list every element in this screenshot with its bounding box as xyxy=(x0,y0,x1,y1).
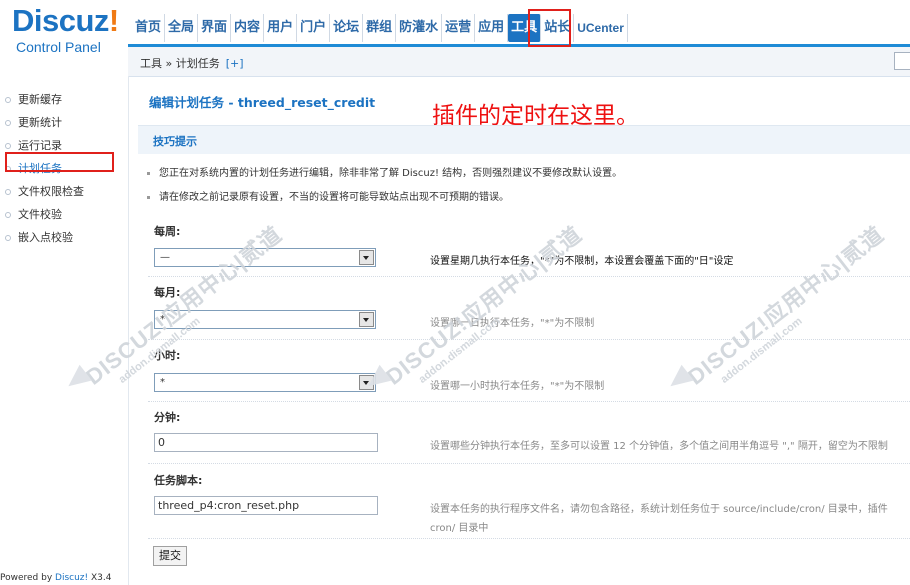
divider xyxy=(148,339,910,340)
sidebar-item-label: 文件校验 xyxy=(18,208,62,221)
hour-select[interactable]: * xyxy=(154,373,376,392)
logo-brand: Discuz! xyxy=(12,3,119,38)
nav-item[interactable]: 界面 xyxy=(198,14,232,42)
nav-item[interactable]: 应用 xyxy=(475,14,509,42)
script-description: 设置本任务的执行程序文件名，请勿包含路径，系统计划任务位于 source/inc… xyxy=(430,504,888,515)
bullet-icon xyxy=(5,143,11,149)
add-shortcut-link[interactable]: [+] xyxy=(226,57,244,70)
minute-input[interactable] xyxy=(154,433,378,452)
divider xyxy=(148,538,910,539)
sidebar-item[interactable]: 更新统计 xyxy=(0,111,84,134)
nav-item[interactable]: 用户 xyxy=(264,14,298,42)
nav-item[interactable]: 内容 xyxy=(231,14,265,42)
divider xyxy=(148,401,910,402)
minute-label: 分钟: xyxy=(154,411,181,424)
nav-item[interactable]: 群组 xyxy=(363,14,397,42)
divider xyxy=(148,463,910,464)
nav-item[interactable]: 防灌水 xyxy=(396,14,443,42)
minute-description: 设置哪些分钟执行本任务，至多可以设置 12 个分钟值，多个值之间用半角逗号 ",… xyxy=(430,441,888,452)
script-input[interactable] xyxy=(154,496,378,515)
logo-subtitle: Control Panel xyxy=(16,39,101,55)
sidebar-item-label: 更新缓存 xyxy=(18,93,62,106)
script-description-continued: cron/ 目录中 xyxy=(430,523,489,534)
weekly-label: 每周: xyxy=(154,225,181,238)
sidebar-item[interactable]: 文件权限检查 xyxy=(0,180,84,203)
script-label: 任务脚本: xyxy=(154,474,203,487)
breadcrumb-text: 工具 » 计划任务 xyxy=(140,57,220,70)
dropdown-arrow-icon[interactable] xyxy=(359,250,374,265)
sidebar-item-label: 嵌入点校验 xyxy=(18,231,73,244)
sidebar-item[interactable]: 嵌入点校验 xyxy=(0,226,84,249)
bullet-icon xyxy=(5,235,11,241)
sidebar-item[interactable]: 更新缓存 xyxy=(0,88,84,111)
nav-item[interactable]: 门户 xyxy=(297,14,331,42)
bullet-icon xyxy=(5,120,11,126)
dropdown-arrow-icon[interactable] xyxy=(359,312,374,327)
hour-description: 设置哪一小时执行本任务，"*"为不限制 xyxy=(430,381,605,392)
bullet-icon xyxy=(5,97,11,103)
nav-item[interactable]: UCenter xyxy=(574,14,628,42)
powered-by: Powered by Discuz! X3.4 xyxy=(0,573,112,583)
tip-line: 您正在对系统内置的计划任务进行编辑，除非非常了解 Discuz! 结构，否则强烈… xyxy=(147,164,622,179)
submit-button[interactable]: 提交 xyxy=(153,546,187,566)
search-input[interactable] xyxy=(894,52,910,70)
bullet-icon xyxy=(5,212,11,218)
tip-line: 请在修改之前记录原有设置，不当的设置将可能导致站点出现不可预期的错误。 xyxy=(147,188,509,203)
sidebar-highlight-box xyxy=(5,152,114,172)
breadcrumb-bar: 工具 » 计划任务 [+] xyxy=(128,47,910,77)
sidebar-item-label: 更新统计 xyxy=(18,116,62,129)
nav-highlight-box xyxy=(528,9,571,47)
sidebar-item[interactable]: 文件校验 xyxy=(0,203,84,226)
bullet-icon xyxy=(147,171,150,175)
top-header: Discuz! Control Panel 首页 全局 界面 内容 用户 门户 论坛 群组 防灌… xyxy=(0,0,910,55)
bullet-icon xyxy=(5,189,11,195)
page-title: 编辑计划任务 - threed_reset_credit xyxy=(149,95,376,110)
sidebar-item-label: 运行记录 xyxy=(18,139,62,152)
nav-item[interactable]: 运营 xyxy=(442,14,476,42)
powered-by-link[interactable]: Discuz! xyxy=(55,573,88,583)
nav-item[interactable]: 首页 xyxy=(132,14,166,42)
breadcrumb: 工具 » 计划任务 [+] xyxy=(140,55,244,71)
bullet-icon xyxy=(147,195,150,199)
nav-item[interactable]: 全局 xyxy=(165,14,199,42)
sidebar-item-label: 文件权限检查 xyxy=(18,185,84,198)
nav-item[interactable]: 论坛 xyxy=(330,14,364,42)
tips-heading: 技巧提示 xyxy=(153,135,197,148)
logo[interactable]: Discuz! Control Panel xyxy=(0,0,128,58)
tips-header: 技巧提示 xyxy=(138,125,910,154)
